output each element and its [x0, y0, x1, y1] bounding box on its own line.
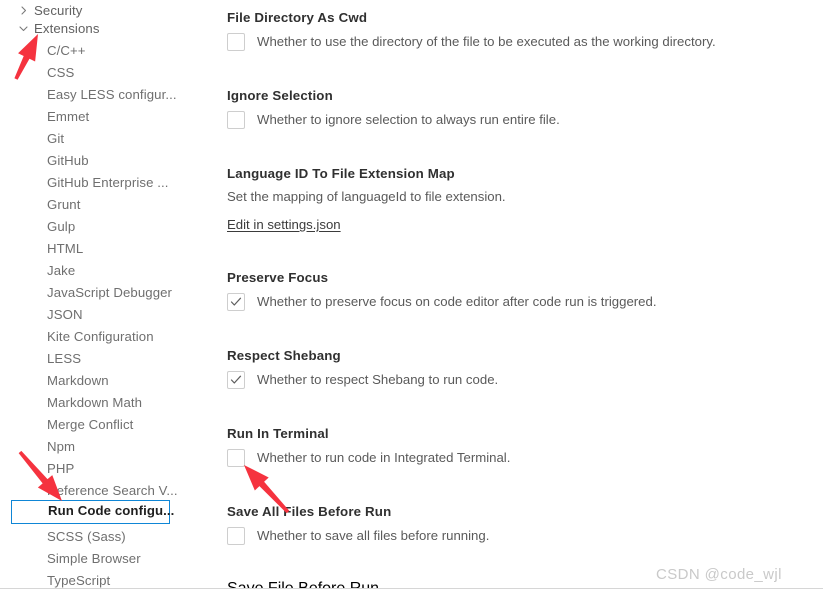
setting-description: Set the mapping of languageId to file ex…: [227, 189, 506, 204]
setting-preserve-focus: Preserve Focus Whether to preserve focus …: [227, 270, 823, 311]
sidebar-item-label: JSON: [47, 307, 83, 322]
sidebar-item-npm[interactable]: Npm: [0, 436, 212, 458]
sidebar-item-label: LESS: [47, 351, 82, 366]
sidebar-item-emmet[interactable]: Emmet: [0, 106, 212, 128]
sidebar-item-merge-conflict[interactable]: Merge Conflict: [0, 414, 212, 436]
setting-checkbox-label: Whether to respect Shebang to run code.: [257, 372, 499, 387]
sidebar-item-label: Reference Search V...: [47, 483, 178, 498]
setting-title: Ignore Selection: [227, 88, 333, 103]
sidebar-item-label: GitHub: [47, 153, 89, 168]
setting-title: Language ID To File Extension Map: [227, 166, 455, 181]
settings-main-pane[interactable]: File Directory As Cwd Whether to use the …: [212, 0, 823, 588]
below-divider-area: [0, 589, 823, 603]
sidebar-item-less[interactable]: LESS: [0, 348, 212, 370]
setting-checkbox-label: Whether to save all files before running…: [257, 528, 490, 543]
checkbox-checked-icon[interactable]: [227, 293, 245, 311]
sidebar-item-label: Gulp: [47, 219, 76, 234]
sidebar-item-label: Emmet: [47, 109, 90, 124]
sidebar-item-javascript-debugger[interactable]: JavaScript Debugger: [0, 282, 212, 304]
setting-save-all-files-before-run: Save All Files Before Run Whether to save…: [227, 504, 823, 545]
setting-checkbox-row[interactable]: Whether to use the directory of the file…: [227, 33, 823, 51]
setting-file-directory-as-cwd: File Directory As Cwd Whether to use the …: [227, 10, 823, 51]
checkbox-checked-icon[interactable]: [227, 371, 245, 389]
sidebar-item-git[interactable]: Git: [0, 128, 212, 150]
sidebar-item-php[interactable]: PHP: [0, 458, 212, 480]
sidebar-item-typescript[interactable]: TypeScript: [0, 570, 212, 588]
edit-in-settings-json-link[interactable]: Edit in settings.json: [227, 217, 341, 232]
sidebar-item-label: TypeScript: [47, 573, 111, 588]
sidebar-item-grunt[interactable]: Grunt: [0, 194, 212, 216]
checkbox-unchecked-icon[interactable]: [227, 111, 245, 129]
sidebar-item-label: Markdown: [47, 373, 109, 388]
setting-title: Respect Shebang: [227, 348, 341, 363]
sidebar-item-label: PHP: [47, 461, 75, 476]
checkbox-unchecked-icon[interactable]: [227, 33, 245, 51]
setting-checkbox-label: Whether to run code in Integrated Termin…: [257, 450, 511, 465]
sidebar-item-label: Simple Browser: [47, 551, 141, 566]
sidebar-item-label: Npm: [47, 439, 76, 454]
sidebar-item-label: SCSS (Sass): [47, 529, 126, 544]
sidebar-item-reference-search-v[interactable]: Reference Search V...: [0, 480, 212, 502]
sidebar-item-run-code-configu[interactable]: Run Code configu...: [11, 500, 174, 524]
setting-title: Preserve Focus: [227, 270, 329, 285]
sidebar-item-label: Merge Conflict: [47, 417, 134, 432]
settings-window: Security Extensions C/C++ CSS Easy LESS conf…: [0, 0, 823, 603]
sidebar-item-html[interactable]: HTML: [0, 238, 212, 260]
sidebar-item-label: GitHub Enterprise ...: [47, 175, 169, 190]
sidebar-item-gulp[interactable]: Gulp: [0, 216, 212, 238]
setting-title: Save All Files Before Run: [227, 504, 392, 519]
checkbox-unchecked-icon[interactable]: [227, 527, 245, 545]
sidebar-item-markdown[interactable]: Markdown: [0, 370, 212, 392]
setting-title: Run In Terminal: [227, 426, 329, 441]
sidebar-item-label: Markdown Math: [47, 395, 143, 410]
setting-checkbox-label: Whether to ignore selection to always ru…: [257, 112, 560, 127]
sidebar-item-label: JavaScript Debugger: [47, 285, 173, 300]
sidebar-item-github[interactable]: GitHub: [0, 150, 212, 172]
chevron-down-icon[interactable]: [18, 18, 32, 40]
setting-run-in-terminal: Run In Terminal Whether to run code in In…: [227, 426, 823, 467]
settings-toc-sidebar[interactable]: Security Extensions C/C++ CSS Easy LESS conf…: [0, 0, 212, 588]
setting-title: File Directory As Cwd: [227, 10, 368, 25]
sidebar-item-markdown-math[interactable]: Markdown Math: [0, 392, 212, 414]
sidebar-item-easy-less-configur[interactable]: Easy LESS configur...: [0, 84, 212, 106]
sidebar-item-kite-configuration[interactable]: Kite Configuration: [0, 326, 212, 348]
sidebar-item-label: CSS: [47, 65, 75, 80]
sidebar-item-label: Git: [47, 131, 65, 146]
sidebar-item-c-c[interactable]: C/C++: [0, 40, 212, 62]
sidebar-item-simple-browser[interactable]: Simple Browser: [0, 548, 212, 570]
setting-checkbox-row[interactable]: Whether to ignore selection to always ru…: [227, 111, 823, 129]
setting-respect-shebang: Respect Shebang Whether to respect Sheban…: [227, 348, 823, 389]
sidebar-item-jake[interactable]: Jake: [0, 260, 212, 282]
setting-ignore-selection: Ignore Selection Whether to ignore select…: [227, 88, 823, 129]
setting-checkbox-row[interactable]: Whether to save all files before running…: [227, 527, 823, 545]
sidebar-item-label: C/C++: [47, 43, 86, 58]
sidebar-item-extensions[interactable]: Extensions: [0, 18, 212, 40]
sidebar-item-json[interactable]: JSON: [0, 304, 212, 326]
sidebar-item-scss-sass[interactable]: SCSS (Sass): [0, 526, 212, 548]
sidebar-item-label: Run Code configu...: [48, 503, 175, 518]
setting-checkbox-row[interactable]: Whether to run code in Integrated Termin…: [227, 449, 823, 467]
checkbox-unchecked-icon[interactable]: [227, 449, 245, 467]
setting-checkbox-label: Whether to preserve focus on code editor…: [257, 294, 657, 309]
sidebar-item-label: Grunt: [47, 197, 81, 212]
setting-checkbox-row[interactable]: Whether to preserve focus on code editor…: [227, 293, 823, 311]
sidebar-item-label: HTML: [47, 241, 84, 256]
setting-checkbox-row[interactable]: Whether to respect Shebang to run code.: [227, 371, 823, 389]
sidebar-item-label: Easy LESS configur...: [47, 87, 177, 102]
setting-language-id-to-file-extension-map: Language ID To File Extension Map Set the…: [227, 166, 823, 234]
sidebar-item-css[interactable]: CSS: [0, 62, 212, 84]
sidebar-item-github-enterprise[interactable]: GitHub Enterprise ...: [0, 172, 212, 194]
setting-checkbox-label: Whether to use the directory of the file…: [257, 34, 716, 49]
sidebar-item-label: Kite Configuration: [47, 329, 154, 344]
sidebar-item-label: Jake: [47, 263, 76, 278]
watermark-text: CSDN @code_wjl: [656, 566, 782, 583]
